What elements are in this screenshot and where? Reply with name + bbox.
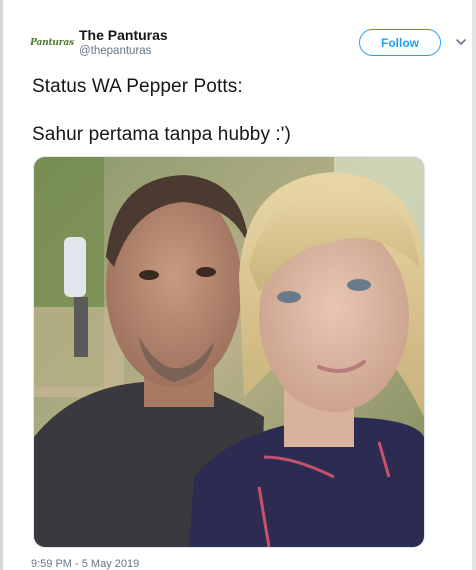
chevron-down-icon[interactable] bbox=[454, 35, 468, 49]
avatar-logo: Panturas bbox=[30, 38, 74, 48]
tweet-timestamp[interactable]: 9:59 PM - 5 May 2019 bbox=[31, 558, 139, 570]
follow-button[interactable]: Follow bbox=[359, 29, 441, 56]
avatar[interactable]: Panturas bbox=[30, 29, 74, 57]
tweet-card: Panturas The Panturas @thepanturas Follo… bbox=[0, 0, 476, 570]
author-handle[interactable]: @thepanturas bbox=[79, 45, 151, 57]
tweet-text-line-1: Status WA Pepper Potts: bbox=[32, 76, 243, 97]
selfie-photo-image bbox=[34, 157, 424, 547]
tweet-text-line-2: Sahur pertama tanpa hubby :') bbox=[32, 124, 291, 145]
tweet-photo[interactable] bbox=[33, 156, 425, 548]
author-name[interactable]: The Panturas bbox=[79, 27, 168, 43]
